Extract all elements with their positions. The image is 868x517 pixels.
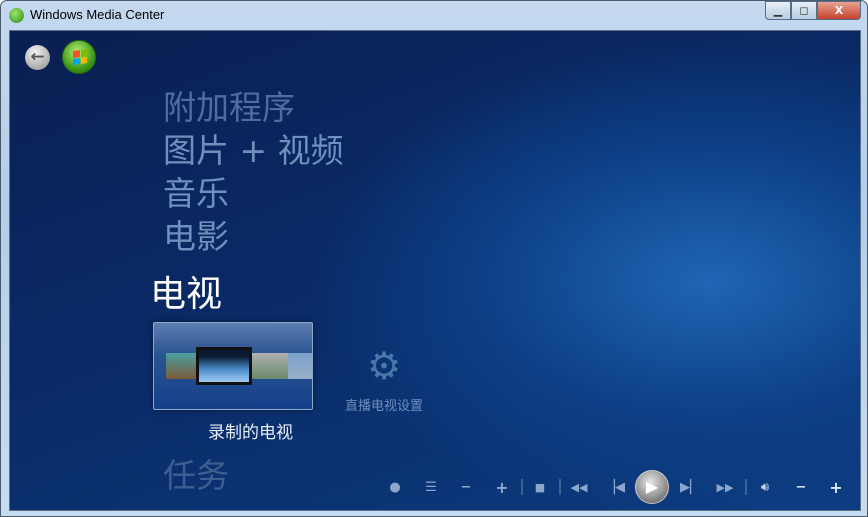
channel-down-button[interactable]: −: [461, 480, 472, 495]
transport-controls: ● ☰ − + ■ ◀◀ ▕◀ ▶ ▶▏ ▶▶ 🔊︎ − +: [10, 470, 860, 504]
menu-item-music[interactable]: 音乐: [163, 177, 229, 210]
window: Windows Media Center ▁ ◻ X ← 附加程序 图片 + 视…: [0, 0, 868, 517]
divider: [745, 479, 747, 495]
thumbnail: [166, 353, 196, 379]
next-button[interactable]: ▶▏: [680, 480, 700, 495]
volume-up-button[interactable]: +: [829, 478, 842, 497]
minimize-button[interactable]: ▁: [765, 1, 791, 20]
fast-forward-button[interactable]: ▶▶: [717, 481, 734, 494]
thumbnail: [252, 353, 288, 379]
previous-button[interactable]: ▕◀: [605, 480, 625, 495]
recorded-tv-tile[interactable]: [153, 322, 313, 410]
recorded-tv-label: 录制的电视: [208, 423, 293, 443]
media-center-app-icon: [9, 8, 24, 23]
live-tv-setup-label[interactable]: 直播电视设置: [345, 395, 423, 414]
menu-item-movies[interactable]: 电影: [163, 220, 229, 253]
maximize-button[interactable]: ◻: [791, 1, 817, 20]
play-button[interactable]: ▶: [635, 470, 669, 504]
volume-down-button[interactable]: −: [796, 480, 807, 495]
divider: [521, 479, 523, 495]
guide-list-button[interactable]: ☰: [425, 480, 437, 495]
stop-button[interactable]: ■: [535, 481, 545, 494]
close-button[interactable]: X: [817, 1, 861, 20]
menu-item-tv[interactable]: 电视: [150, 277, 222, 313]
thumbnail-selected: [196, 347, 252, 385]
media-center-content: ← 附加程序 图片 + 视频 音乐 电影 电视 任务 录制的电视 ⚙ 直播电视设…: [9, 30, 861, 511]
rewind-button[interactable]: ◀◀: [571, 481, 588, 494]
menu-item-pictures-videos[interactable]: 图片 + 视频: [163, 134, 344, 167]
divider: [559, 479, 561, 495]
thumbnail: [288, 353, 312, 379]
record-button[interactable]: ●: [389, 480, 400, 495]
menu-item-extras[interactable]: 附加程序: [163, 91, 295, 124]
window-title: Windows Media Center: [30, 7, 165, 22]
windows-start-orb-icon[interactable]: [62, 40, 96, 74]
gear-icon[interactable]: ⚙: [367, 347, 401, 385]
channel-up-button[interactable]: +: [495, 478, 508, 497]
back-arrow-icon[interactable]: ←: [25, 45, 50, 70]
mute-button[interactable]: 🔊︎: [761, 480, 769, 495]
